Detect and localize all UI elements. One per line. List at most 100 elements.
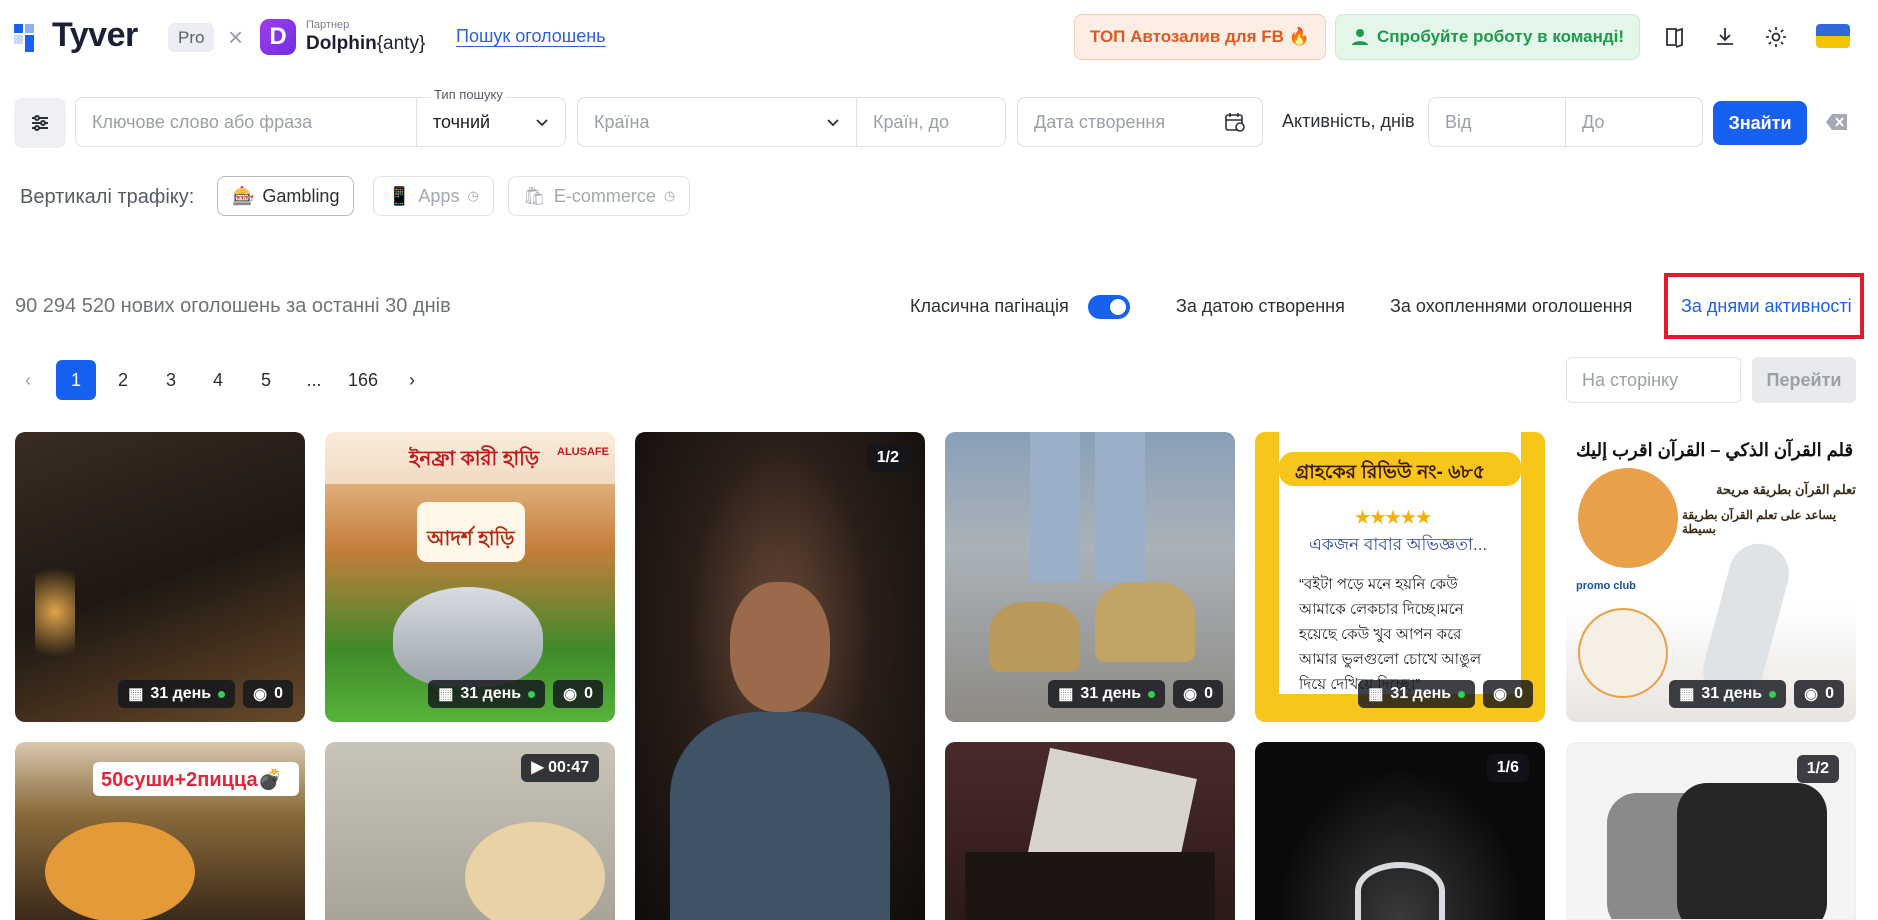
eye-icon: ◉ (1183, 686, 1198, 703)
created-date-input[interactable]: Дата створення (1017, 97, 1263, 147)
countries-to-input[interactable]: Країн, до (856, 97, 1006, 147)
page-3[interactable]: 3 (151, 360, 191, 400)
ad-card[interactable]: 1/2 (635, 432, 925, 920)
ad-card[interactable]: ইনফ্রা কারী হাড়ি ALUSAFE আদর্শ হাড়ি ▦ 3… (325, 432, 615, 722)
search-type-select[interactable]: точний (416, 97, 566, 147)
circle-image-top (1578, 468, 1678, 568)
results-count: 90 294 520 нових оголошень за останні 30… (15, 295, 451, 317)
ad-card[interactable]: 1/6 (1255, 742, 1545, 920)
card-badges: ▦ 31 день ◉ 0 (945, 680, 1235, 708)
views-value: 0 (1825, 685, 1834, 702)
book-icon[interactable] (1660, 22, 1690, 52)
person-face (730, 582, 830, 712)
ad-card[interactable]: ▦ 31 день ◉ 0 (945, 432, 1235, 722)
media-count-badge: 1/2 (1796, 755, 1839, 783)
chevron-down-icon (827, 119, 839, 127)
calendar-icon: ▦ (1058, 686, 1074, 703)
ad-card[interactable] (945, 742, 1235, 920)
pizza-image (45, 822, 195, 920)
go-to-page-placeholder: На сторінку (1582, 370, 1679, 390)
suitcase-image (965, 852, 1215, 920)
card-subheadline: একজন বাবার অভিজ্ঞতা... (1309, 535, 1488, 554)
ad-card[interactable]: ▶ 00:47 (325, 742, 615, 920)
card-subheadline: আদর্শ হাড়ি (427, 528, 515, 550)
page-1[interactable]: 1 (56, 360, 96, 400)
active-days-badge: ▦ 31 день (428, 680, 546, 708)
eye-icon: ◉ (563, 686, 578, 703)
lamp-glow (35, 552, 75, 672)
active-days-value: 31 день (460, 685, 522, 702)
views-badge: ◉ 0 (1483, 680, 1533, 708)
card-subheadline-2: يساعد على تعلم القرآن بطريقة بسيطة (1682, 508, 1837, 536)
find-button[interactable]: Знайти (1713, 101, 1807, 145)
page-166[interactable]: 166 (342, 360, 384, 400)
ad-card[interactable]: গ্রাহকের রিভিউ নং- ৬৮৫ ★★★★★ একজন বাবার … (1255, 432, 1545, 722)
partner-name[interactable]: Dolphin{anty} (306, 33, 425, 55)
leg-right (1095, 432, 1145, 582)
next-page-icon[interactable]: › (392, 360, 432, 400)
country-select[interactable]: Країна (577, 97, 857, 147)
clear-filters-icon[interactable] (1826, 113, 1848, 131)
activity-from-input[interactable]: Від (1428, 97, 1566, 147)
calendar-icon: ▦ (1679, 686, 1695, 703)
go-to-page-input[interactable]: На сторінку (1566, 357, 1741, 403)
flag-bottom-stripe (1816, 36, 1850, 48)
activity-to-input[interactable]: До (1565, 97, 1703, 147)
active-days-badge: ▦ 31 день (1358, 680, 1476, 708)
rating-stars: ★★★★★ (1355, 508, 1432, 527)
sort-by-reach[interactable]: За охопленнями оголошення (1390, 296, 1632, 317)
ad-card[interactable]: 1/2 (1566, 742, 1856, 920)
active-days-value: 31 день (1701, 685, 1763, 702)
active-dot (1148, 690, 1156, 698)
card-badges: ▦ 31 день ◉ 0 (325, 680, 615, 708)
sort-by-date[interactable]: За датою створення (1176, 296, 1345, 317)
page-2[interactable]: 2 (103, 360, 143, 400)
card-headline: 50суши+2пицца💣 (101, 769, 283, 791)
ad-card[interactable]: قلم القرآن الذكي – القرآن اقرب إليك تعلم… (1566, 432, 1856, 722)
ad-search-link[interactable]: Пошук оголошень (456, 26, 606, 47)
ad-card[interactable]: ▦ 31 день ◉ 0 (15, 432, 305, 722)
language-flag-icon[interactable] (1816, 24, 1850, 48)
page-5[interactable]: 5 (246, 360, 286, 400)
phone-icon: 📱 (388, 185, 411, 206)
promo-fb-button[interactable]: ТОП Автозалив для FB 🔥 (1074, 14, 1326, 60)
tyver-logo-icon[interactable] (14, 22, 46, 54)
gear-icon[interactable] (1761, 22, 1791, 52)
page-4[interactable]: 4 (198, 360, 238, 400)
active-days-badge: ▦ 31 день (1048, 680, 1166, 708)
card-headline: قلم القرآن الذكي – القرآن اقرب إليك (1576, 440, 1854, 460)
logo-text[interactable]: Tyver (52, 16, 138, 55)
shop-icon: 🛍 (523, 185, 546, 206)
page-ellipsis: ... (306, 370, 322, 390)
ad-card[interactable]: 50суши+2пицца💣 (15, 742, 305, 920)
vertical-chip-ecommerce[interactable]: 🛍 E-commerce ◷ (508, 176, 691, 216)
keyword-input[interactable]: Ключове слово або фраза (75, 97, 417, 147)
classic-pagination-toggle[interactable] (1088, 295, 1130, 319)
vertical-chip-gambling[interactable]: 🎰 Gambling (217, 176, 355, 216)
active-days-value: 31 день (1080, 685, 1142, 702)
promo-team-button[interactable]: Спробуйте роботу в команді! (1335, 14, 1641, 60)
card-quote: “বইটা পড়ে মনে হয়নি কেউ আমাকে লেকচার দি… (1299, 576, 1482, 693)
dolphin-logo-icon[interactable]: D (260, 19, 296, 55)
media-count-badge: 1/6 (1486, 754, 1529, 782)
active-days-badge: ▦ 31 день (118, 680, 236, 708)
views-badge: ◉ 0 (243, 680, 293, 708)
go-button[interactable]: Перейти (1752, 357, 1856, 403)
sandal-right (1095, 582, 1195, 662)
calendar-icon: ▦ (438, 686, 454, 703)
views-value: 0 (584, 685, 593, 702)
views-value: 0 (1204, 685, 1213, 702)
download-icon[interactable] (1710, 22, 1740, 52)
activity-days-label: Активність, днів (1282, 111, 1415, 131)
filters-toggle-button[interactable] (14, 98, 66, 148)
leg-left (1030, 432, 1080, 582)
vertical-chip-label: Gambling (262, 185, 340, 206)
vertical-chip-apps[interactable]: 📱 Apps ◷ (373, 176, 494, 216)
prev-page-icon[interactable]: ‹ (8, 360, 48, 400)
promo-fb-label: ТОП Автозалив для FB (1090, 27, 1284, 46)
fire-icon: 🔥 (1288, 27, 1310, 46)
card-brand: ALUSAFE (557, 446, 609, 458)
card-headline: ইনফ্রা কারী হাড়ি (409, 448, 540, 470)
active-days-value: 31 день (150, 685, 212, 702)
card-headline: গ্রাহকের রিভিউ নং- ৬৮৫ (1295, 462, 1486, 483)
